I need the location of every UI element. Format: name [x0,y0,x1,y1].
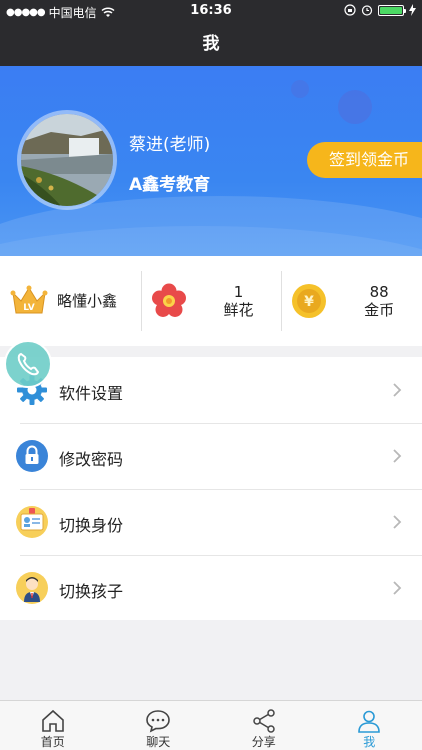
menu-label: 切换孩子 [59,582,124,601]
tab-chat[interactable]: 聊天 [106,701,212,750]
chat-icon [146,710,171,733]
id-card-icon [16,506,48,538]
tab-me[interactable]: 我 [317,701,422,750]
profile-header: 蔡进(老师) A鑫考教育 签到领金币 [0,66,422,256]
chevron-right-icon [393,449,402,463]
menu-item-settings[interactable]: 软件设置 [0,357,422,423]
stats-row: LV 略懂小鑫 1 鲜花 ¥ 88 金币 [0,256,422,346]
menu-label: 软件设置 [59,384,124,403]
user-name: 蔡进(老师) [129,135,211,155]
level-label: 略懂小鑫 [57,292,118,310]
stat-flowers[interactable]: 1 鲜花 [140,256,282,346]
crown-icon: LV [10,285,48,314]
chevron-right-icon [393,383,402,397]
flower-icon [151,283,186,317]
rotation-lock-icon [344,4,356,16]
tab-label: 分享 [251,735,276,749]
menu-label: 切换身份 [59,516,124,535]
decor-bubble [338,90,372,124]
child-icon [16,572,48,604]
flower-count: 1 [233,283,244,301]
coin-label: 金币 [364,301,395,319]
svg-text:¥: ¥ [304,294,314,310]
tab-home[interactable]: 首页 [0,701,106,750]
phone-float-button[interactable] [4,340,52,388]
flower-label: 鲜花 [223,301,254,319]
stat-coins[interactable]: ¥ 88 金币 [281,256,422,346]
charging-icon [409,4,416,16]
lock-icon [16,440,48,472]
menu-item-switch-role[interactable]: 切换身份 [0,489,422,555]
tab-label: 首页 [40,735,65,749]
decor-bubble [291,80,309,98]
home-icon [41,709,64,732]
chevron-right-icon [393,581,402,595]
settings-menu: 软件设置 修改密码 切换身份 切换孩子 [0,357,422,620]
chevron-right-icon [393,515,402,529]
menu-label: 修改密码 [59,450,124,469]
person-icon [358,710,381,733]
avatar[interactable] [17,110,117,210]
menu-item-switch-child[interactable]: 切换孩子 [0,555,422,621]
phone-icon [17,352,40,376]
user-org: A鑫考教育 [129,175,211,195]
coin-icon: ¥ [292,284,327,318]
signin-button[interactable]: 签到领金币 [307,142,422,178]
tab-share[interactable]: 分享 [211,701,317,750]
alarm-icon [361,5,373,16]
nav-title: 我 [0,22,422,66]
svg-text:LV: LV [23,303,34,313]
coin-count: 88 [369,283,389,301]
status-right [344,4,416,16]
tab-label: 我 [363,735,376,749]
battery-icon [378,4,406,16]
menu-item-password[interactable]: 修改密码 [0,423,422,489]
tab-label: 聊天 [146,735,171,749]
status-bar: ●●●●● 中国电信 16:36 [0,0,422,22]
tab-bar: 首页 聊天 分享 我 [0,700,422,750]
stat-level[interactable]: LV 略懂小鑫 [0,256,141,346]
share-icon [253,709,275,733]
